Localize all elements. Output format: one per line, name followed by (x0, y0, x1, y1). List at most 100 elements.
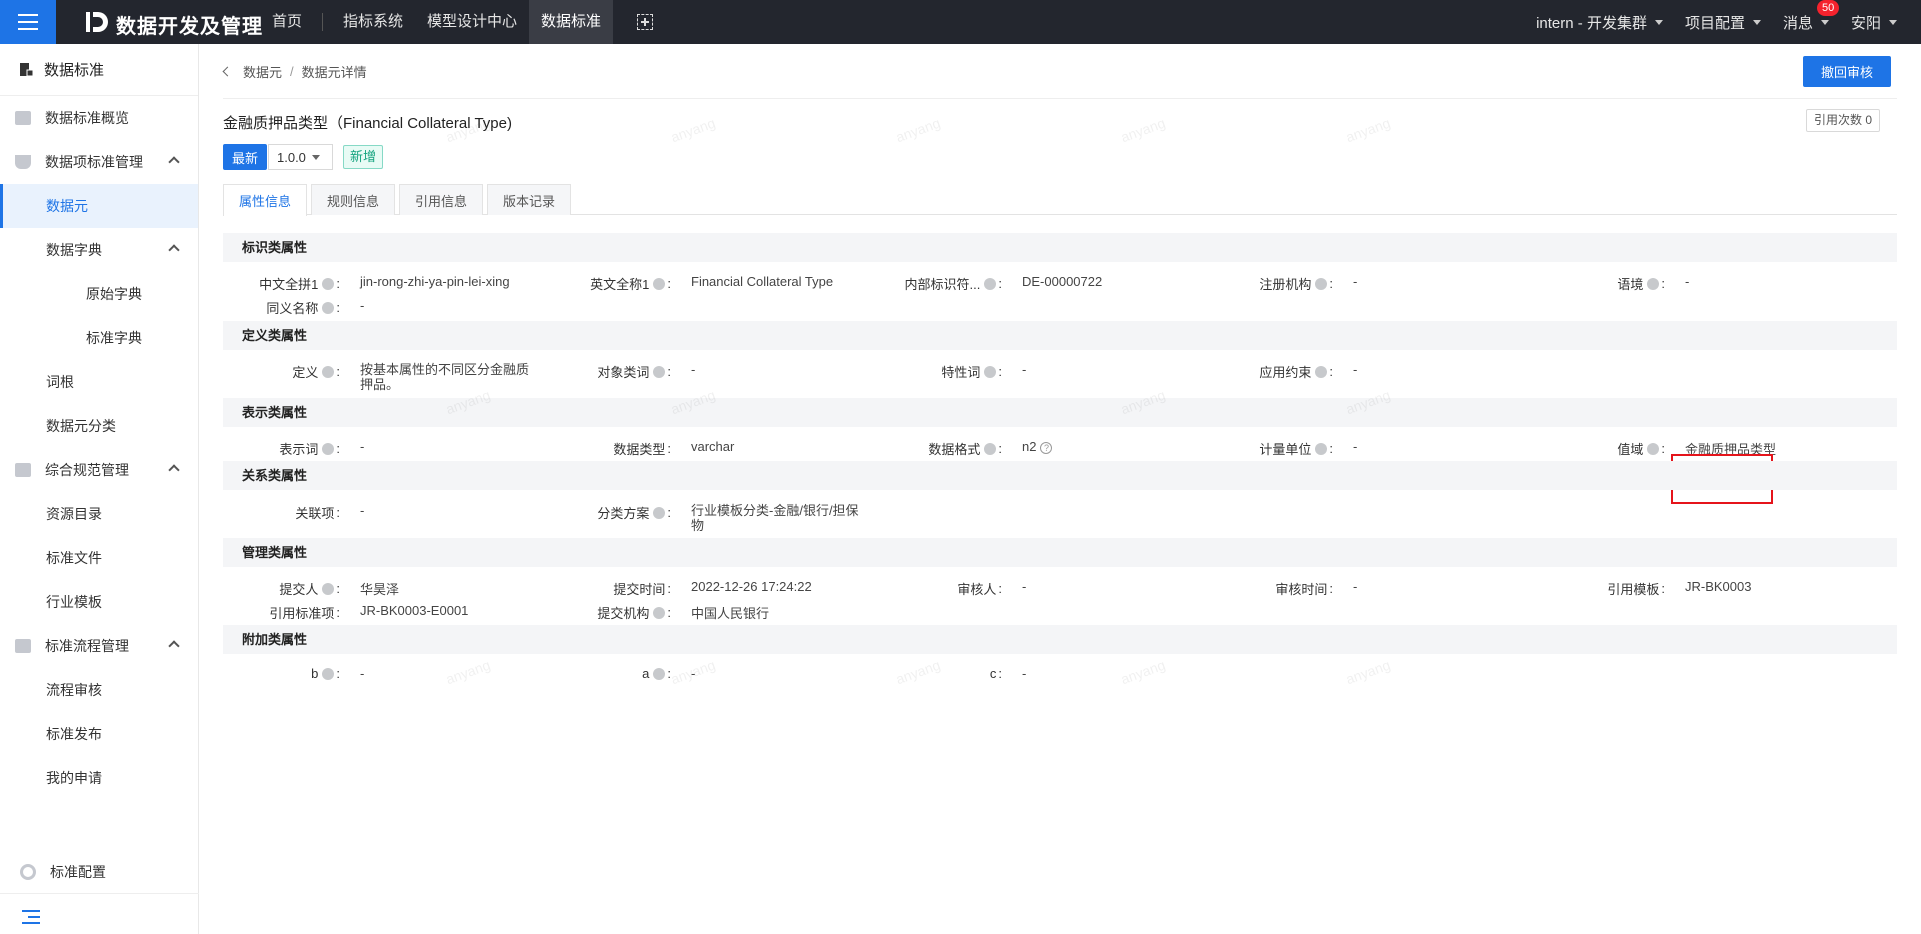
field-value: - (1022, 579, 1027, 594)
field-label: 分类方案 (597, 506, 650, 521)
status-badge: 新增 (343, 145, 384, 169)
messages-menu[interactable]: 消息 50 (1783, 0, 1840, 33)
sidebar-item-element-category[interactable]: 数据元分类 (0, 404, 198, 448)
info-icon[interactable] (653, 365, 666, 378)
sidebar-item-label: 数据项标准管理 (45, 154, 143, 170)
nav-metrics[interactable]: 指标系统 (331, 0, 415, 44)
sidebar: 数据标准 数据标准概览 数据项标准管理 数据元 数据字典 原始字典 标准字典 词… (0, 44, 199, 934)
info-icon[interactable] (984, 277, 997, 290)
add-tab-icon[interactable] (637, 14, 654, 30)
watermark: anyang (1118, 656, 1168, 688)
monitor-icon (15, 111, 31, 125)
sidebar-item-standard-files[interactable]: 标准文件 (0, 536, 198, 580)
field-object-class: 对象类词: - (597, 362, 696, 380)
info-icon[interactable] (653, 667, 666, 680)
chevron-up-icon (168, 640, 180, 652)
tab-versions[interactable]: 版本记录 (487, 184, 572, 215)
tab-references[interactable]: 引用信息 (399, 184, 484, 215)
top-right-menu: intern - 开发集群 项目配置 消息 50 安阳 (1514, 0, 1897, 44)
back-icon[interactable] (222, 66, 233, 77)
field-application-constraint: 应用约束: - (1259, 362, 1358, 380)
cluster-select[interactable]: intern - 开发集群 (1536, 12, 1663, 33)
field-label: 提交人 (279, 582, 319, 597)
field-label: 表示词 (279, 442, 319, 457)
sidebar-item-root-word[interactable]: 词根 (0, 360, 198, 404)
breadcrumb-separator: / (290, 64, 294, 79)
sidebar-item-spec-management[interactable]: 综合规范管理 (0, 448, 198, 492)
project-config-menu[interactable]: 项目配置 (1685, 12, 1761, 33)
field-submit-org: 提交机构: 中国人民银行 (597, 605, 770, 621)
sidebar-item-workflow-review[interactable]: 流程审核 (0, 668, 198, 712)
info-icon[interactable] (322, 582, 335, 595)
field-label: 引用模板 (1607, 582, 1660, 597)
sidebar-item-overview[interactable]: 数据标准概览 (0, 96, 198, 140)
sidebar-item-workflow-management[interactable]: 标准流程管理 (0, 624, 198, 668)
chevron-up-icon (168, 464, 180, 476)
message-count-badge: 50 (1816, 0, 1840, 16)
field-label: 提交机构 (597, 606, 650, 621)
withdraw-review-button[interactable]: 撤回审核 (1803, 56, 1891, 87)
info-icon[interactable] (653, 606, 666, 619)
field-label: 关联项 (295, 506, 335, 521)
field-label: 提交时间 (613, 582, 666, 597)
info-icon[interactable] (322, 277, 335, 290)
info-icon[interactable] (984, 442, 997, 455)
latest-tag: 最新 (223, 144, 267, 170)
sidebar-item-data-element[interactable]: 数据元 (0, 184, 198, 228)
document-lock-icon (20, 62, 34, 76)
nav-model-design[interactable]: 模型设计中心 (415, 0, 529, 44)
section-relation-header: 关系类属性 (223, 461, 1897, 490)
sidebar-item-label: 原始字典 (86, 286, 142, 302)
field-label: 特性词 (941, 365, 981, 380)
info-icon[interactable] (653, 277, 666, 290)
info-icon[interactable] (1315, 277, 1328, 290)
info-icon[interactable] (1315, 442, 1328, 455)
sidebar-item-label: 行业模板 (46, 594, 102, 610)
sidebar-item-data-item-standard[interactable]: 数据项标准管理 (0, 140, 198, 184)
nav-data-standard[interactable]: 数据标准 (529, 0, 614, 44)
info-icon[interactable] (1647, 442, 1660, 455)
info-icon[interactable] (322, 667, 335, 680)
sidebar-item-label: 流程审核 (46, 682, 102, 698)
sidebar-item-standard-publish[interactable]: 标准发布 (0, 712, 198, 756)
field-unit: 计量单位: - (1259, 439, 1358, 457)
sidebar-item-industry-template[interactable]: 行业模板 (0, 580, 198, 624)
menu-icon[interactable] (0, 0, 56, 44)
breadcrumb-data-element[interactable]: 数据元 (243, 62, 282, 81)
field-value: - (1022, 666, 1027, 681)
sidebar-item-label: 标准字典 (86, 330, 142, 346)
sidebar-item-data-dictionary[interactable]: 数据字典 (0, 228, 198, 272)
field-reference-standard-item: 引用标准项: JR-BK0003-E0001 (269, 603, 469, 621)
info-icon[interactable] (1315, 365, 1328, 378)
field-label: 注册机构 (1259, 277, 1312, 292)
nav-home[interactable]: 首页 (260, 0, 314, 44)
app-title: 数据开发及管理 (116, 16, 263, 38)
question-icon[interactable]: ? (1040, 441, 1053, 454)
main-content: 数据元 / 数据元详情 撤回审核 金融质押品类型（Financial Colla… (200, 44, 1921, 934)
field-related-item: 关联项: - (295, 503, 365, 521)
sidebar-item-resource-catalog[interactable]: 资源目录 (0, 492, 198, 536)
info-icon[interactable] (1647, 277, 1660, 290)
info-icon[interactable] (984, 365, 997, 378)
tab-bar: 属性信息 规则信息 引用信息 版本记录 (223, 184, 1897, 216)
collapse-sidebar-icon[interactable] (22, 910, 40, 924)
field-label: b (311, 666, 319, 681)
field-definition: 定义: 按基本属性的不同区分金融质押品。 (292, 362, 530, 392)
version-select[interactable]: 1.0.0 (268, 144, 333, 170)
tab-rules[interactable]: 规则信息 (311, 184, 396, 215)
info-icon[interactable] (653, 506, 666, 519)
field-label: 同义名称 (266, 301, 319, 316)
sidebar-item-standard-config[interactable]: 标准配置 (0, 850, 199, 894)
sidebar-item-my-applications[interactable]: 我的申请 (0, 756, 198, 800)
top-nav: 首页 指标系统 模型设计中心 数据标准 (260, 0, 654, 44)
field-label: 计量单位 (1259, 442, 1312, 457)
info-icon[interactable] (322, 365, 335, 378)
sidebar-item-raw-dictionary[interactable]: 原始字典 (0, 272, 198, 316)
sidebar-item-standard-dictionary[interactable]: 标准字典 (0, 316, 198, 360)
info-icon[interactable] (322, 442, 335, 455)
info-icon[interactable] (322, 301, 335, 314)
gear-icon (20, 863, 36, 880)
tab-attributes[interactable]: 属性信息 (223, 184, 308, 216)
field-value: 按基本属性的不同区分金融质押品。 (360, 362, 530, 392)
user-menu[interactable]: 安阳 (1851, 12, 1897, 33)
